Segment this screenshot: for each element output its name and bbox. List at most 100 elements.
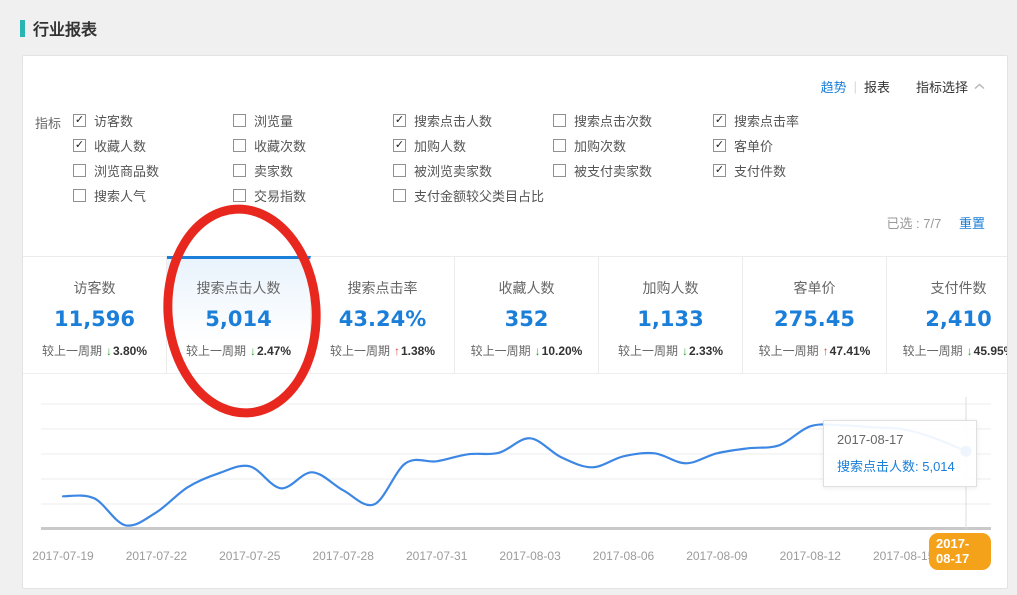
chevron-up-icon bbox=[974, 83, 985, 90]
checkbox-checked-icon: ✓ bbox=[713, 114, 726, 127]
card-compare-label: 较上一周期 bbox=[471, 344, 531, 358]
checkbox-unchecked-icon bbox=[73, 164, 86, 177]
metric-picker: 指标 ✓访客数浏览量✓搜索点击人数搜索点击次数✓搜索点击率✓收藏人数收藏次数✓加… bbox=[35, 112, 799, 203]
metric-option[interactable]: 搜索人气 bbox=[73, 187, 233, 203]
card-value: 2,410 bbox=[887, 307, 1007, 331]
x-axis-tick-label: 2017-08-09 bbox=[686, 549, 747, 563]
metric-option[interactable]: ✓ 客单价 bbox=[713, 137, 799, 153]
chart-tooltip: 2017-08-17 搜索点击人数: 5,014 bbox=[823, 420, 977, 487]
metric-option[interactable]: 搜索点击次数 bbox=[553, 112, 713, 128]
card-change: 较上一周期↑47.41% bbox=[743, 342, 886, 359]
trend-chart-area: 2017-07-192017-07-222017-07-252017-07-28… bbox=[41, 391, 991, 583]
page-header: 行业报表 bbox=[0, 0, 1017, 43]
title-accent-bar bbox=[20, 20, 25, 37]
checkbox-unchecked-icon bbox=[233, 139, 246, 152]
x-axis-tick-label: 2017-08-03 bbox=[499, 549, 560, 563]
card-value: 43.24% bbox=[311, 307, 454, 331]
checkbox-checked-icon: ✓ bbox=[73, 139, 86, 152]
x-axis-tick-label: 2017-08-15 bbox=[873, 549, 934, 563]
card-value: 352 bbox=[455, 307, 598, 331]
card-label: 搜索点击人数 bbox=[167, 278, 310, 298]
metric-option-label: 浏览商品数 bbox=[94, 161, 159, 180]
metric-option-label: 搜索人气 bbox=[94, 186, 146, 205]
x-axis-labels: 2017-07-192017-07-222017-07-252017-07-28… bbox=[41, 549, 991, 567]
metric-option[interactable]: 浏览商品数 bbox=[73, 162, 233, 178]
card-change: 较上一周期↑1.38% bbox=[311, 342, 454, 359]
x-axis-tick-label: 2017-07-25 bbox=[219, 549, 280, 563]
trend-tab[interactable]: 趋势 bbox=[821, 77, 847, 96]
card-change-percent: 10.20% bbox=[542, 344, 583, 358]
metric-option[interactable]: 被浏览卖家数 bbox=[393, 162, 553, 178]
metric-option[interactable]: ✓收藏人数 bbox=[73, 137, 233, 153]
report-panel: 趋势 | 报表 指标选择 指标 ✓访客数浏览量✓搜索点击人数搜索点击次数✓搜索点… bbox=[22, 55, 1008, 589]
metric-card[interactable]: 加购人数 1,133 较上一周期↓2.33% bbox=[599, 256, 743, 373]
card-value: 1,133 bbox=[599, 307, 742, 331]
metric-card[interactable]: 搜索点击率 43.24% 较上一周期↑1.38% bbox=[311, 256, 455, 373]
tooltip-value: 搜索点击人数: 5,014 bbox=[837, 456, 963, 475]
card-label: 收藏人数 bbox=[455, 278, 598, 298]
metric-option-label: 支付件数 bbox=[734, 161, 786, 180]
metric-checkbox-grid: ✓访客数 浏览量 ✓搜索点击人数 搜索点击次数 ✓搜索点击率 ✓收藏人数 收藏次数 ✓加购人数… bbox=[73, 112, 799, 203]
metric-option-label: 客单价 bbox=[734, 136, 773, 155]
checkbox-unchecked-icon bbox=[393, 189, 406, 202]
metric-option-label: 浏览量 bbox=[254, 111, 293, 130]
metric-card[interactable]: 访客数11,596较上一周期↓3.80% bbox=[23, 256, 167, 373]
card-change-percent: 45.95% bbox=[974, 344, 1007, 358]
checkbox-unchecked-icon bbox=[553, 164, 566, 177]
picker-footer: 已选 : 7/7 重置 bbox=[886, 213, 985, 232]
card-change: 较上一周期↓2.47% bbox=[167, 342, 310, 359]
metric-card[interactable]: 收藏人数 352 较上一周期 ↓10.20% bbox=[455, 256, 599, 373]
view-toolbar: 趋势 | 报表 指标选择 bbox=[821, 77, 985, 96]
metric-option-label: 卖家数 bbox=[254, 161, 293, 180]
metric-option[interactable]: 被支付卖家数 bbox=[553, 162, 713, 178]
metric-card[interactable]: 客单价275.45较上一周期↑47.41% bbox=[743, 256, 887, 373]
card-change-percent: 2.47% bbox=[257, 344, 291, 358]
arrow-up-icon: ↑ bbox=[394, 344, 400, 358]
metric-option-label: 搜索点击次数 bbox=[574, 111, 652, 130]
card-change-percent: 47.41% bbox=[830, 344, 871, 358]
card-value: 275.45 bbox=[743, 307, 886, 331]
metric-option[interactable]: ✓支付件数 bbox=[713, 162, 799, 178]
report-tab[interactable]: 报表 bbox=[864, 77, 890, 96]
arrow-down-icon: ↓ bbox=[967, 344, 973, 358]
metric-select-toggle[interactable]: 指标选择 bbox=[916, 77, 985, 96]
card-change: 较上一周期↓45.95% bbox=[887, 342, 1007, 359]
metric-select-label: 指标选择 bbox=[916, 77, 968, 96]
metric-cards-row: 访客数11,596较上一周期↓3.80%搜索点击人数5,014较上一周期↓2.4… bbox=[23, 256, 1007, 374]
checkbox-unchecked-icon bbox=[73, 189, 86, 202]
metric-option[interactable]: 浏览量 bbox=[233, 112, 393, 128]
metric-option[interactable]: ✓搜索点击人数 bbox=[393, 112, 553, 128]
metric-option[interactable]: 加购次数 bbox=[553, 137, 713, 153]
metric-option[interactable]: ✓搜索点击率 bbox=[713, 112, 799, 128]
card-compare-label: 较上一周期 bbox=[759, 344, 819, 358]
metric-option-label: 支付金额较父类目占比 bbox=[414, 186, 544, 205]
card-label: 搜索点击率 bbox=[311, 278, 454, 298]
checkbox-unchecked-icon bbox=[393, 164, 406, 177]
metric-option-label: 收藏次数 bbox=[254, 136, 306, 155]
metric-option[interactable]: 收藏次数 bbox=[233, 137, 393, 153]
metric-option[interactable]: ✓访客数 bbox=[73, 112, 233, 128]
card-change-percent: 1.38% bbox=[401, 344, 435, 358]
metric-option[interactable]: ✓加购人数 bbox=[393, 137, 553, 153]
metric-option[interactable]: 交易指数 bbox=[233, 187, 393, 203]
x-axis-tick-label: 2017-07-31 bbox=[406, 549, 467, 563]
card-label: 加购人数 bbox=[599, 278, 742, 298]
metric-option-label: 加购次数 bbox=[574, 136, 626, 155]
card-label: 支付件数 bbox=[887, 278, 1007, 298]
metric-picker-label: 指标 bbox=[35, 112, 73, 203]
metric-option[interactable]: 支付金额较父类目占比 bbox=[393, 187, 553, 203]
toolbar-divider: | bbox=[854, 79, 857, 94]
card-value: 11,596 bbox=[23, 307, 166, 331]
checkbox-checked-icon: ✓ bbox=[713, 139, 726, 152]
checkbox-checked-icon: ✓ bbox=[393, 139, 406, 152]
card-label: 访客数 bbox=[23, 278, 166, 298]
metric-card[interactable]: 搜索点击人数5,014较上一周期↓2.47% bbox=[167, 256, 311, 373]
metric-card[interactable]: 支付件数 2,410 较上一周期↓45.95% bbox=[887, 256, 1007, 373]
metric-option-label: 被支付卖家数 bbox=[574, 161, 652, 180]
card-change-percent: 2.33% bbox=[689, 344, 723, 358]
metric-option[interactable]: 卖家数 bbox=[233, 162, 393, 178]
card-change: 较上一周期↓2.33% bbox=[599, 342, 742, 359]
arrow-down-icon: ↓ bbox=[535, 344, 541, 358]
arrow-down-icon: ↓ bbox=[106, 344, 112, 358]
reset-button[interactable]: 重置 bbox=[959, 216, 985, 231]
